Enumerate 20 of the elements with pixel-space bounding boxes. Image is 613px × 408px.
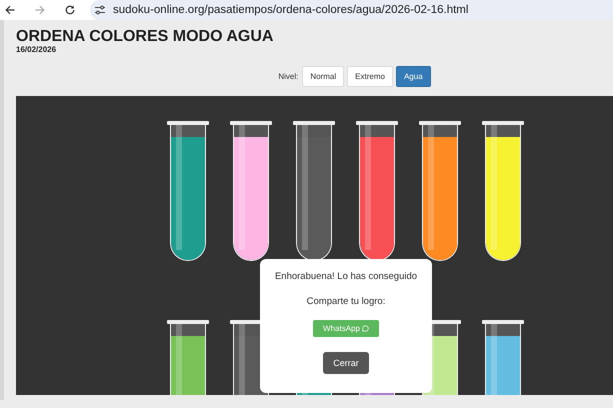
chat-bubble-icon — [362, 325, 369, 332]
test-tube-drawing[interactable] — [357, 121, 397, 261]
reload-icon[interactable] — [64, 4, 76, 16]
level-button[interactable]: Extremo — [347, 66, 393, 87]
success-message: Enhorabuena! Lo has conseguido — [274, 271, 418, 282]
level-button[interactable]: Agua — [396, 66, 431, 87]
test-tube-drawing[interactable] — [168, 121, 208, 261]
site-settings-icon[interactable] — [94, 5, 106, 15]
page-title: ORDENA COLORES MODO AGUA — [16, 28, 274, 45]
close-button[interactable]: Cerrar — [323, 352, 369, 374]
test-tube-drawing[interactable] — [483, 121, 523, 261]
back-icon[interactable] — [4, 4, 16, 16]
test-tube-drawing[interactable] — [420, 121, 460, 261]
level-label: Nivel: — [278, 72, 298, 81]
date-text: 16/02/2026 — [16, 45, 58, 54]
address-bar[interactable]: sudoku-online.org/pasatiempos/ordena-colores/agua/2026-02-16.html — [90, 0, 613, 20]
share-label: Comparte tu logro: — [306, 296, 386, 307]
test-tube-drawing[interactable] — [231, 121, 271, 261]
test-tube-drawing[interactable] — [294, 121, 334, 261]
level-button[interactable]: Normal — [302, 66, 344, 87]
